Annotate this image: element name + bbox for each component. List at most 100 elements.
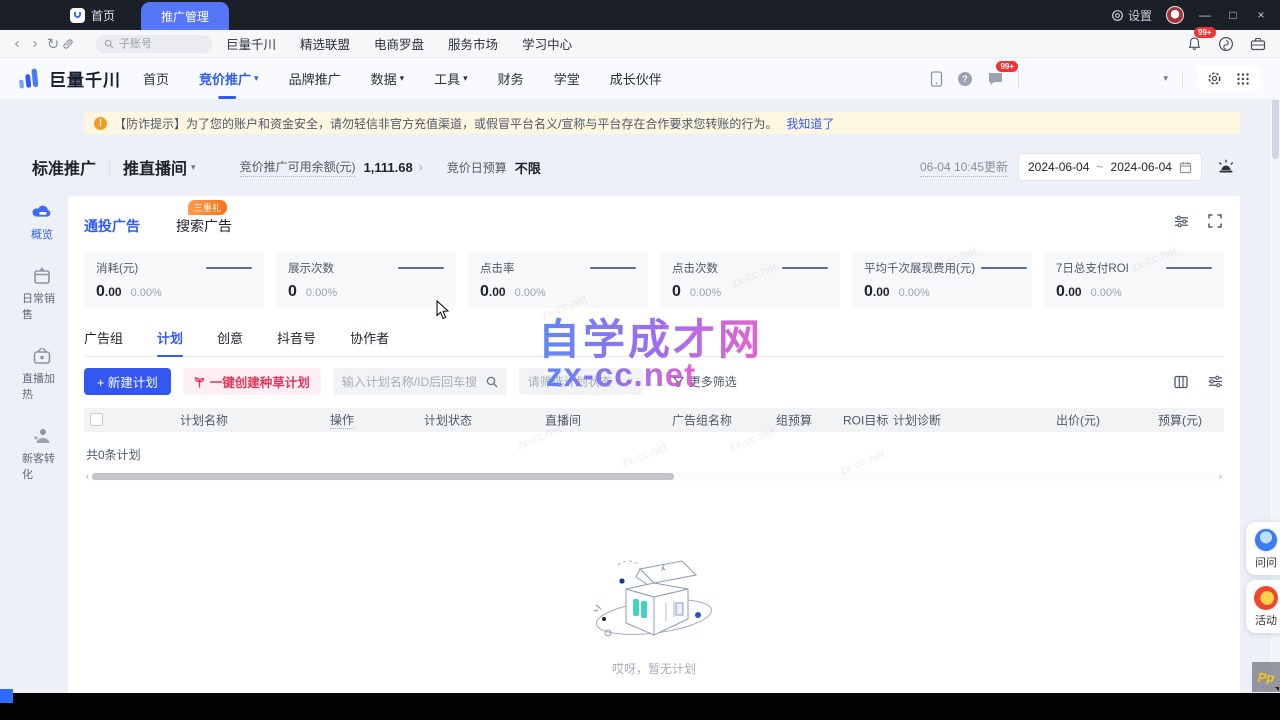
stat-card-ctr[interactable]: 点击率 0.000.00%: [468, 251, 648, 308]
close-button[interactable]: ×: [1254, 8, 1268, 22]
scroll-left-icon[interactable]: ‹: [86, 472, 89, 481]
activity-float-button[interactable]: 活动: [1246, 580, 1280, 633]
main-panel: 通投广告 搜索广告 三重礼 消耗(元) 0.000.00% 展示次数 00.00…: [68, 196, 1240, 693]
window-tab-home[interactable]: 首页: [70, 0, 115, 30]
scroll-right-icon[interactable]: ›: [1219, 472, 1222, 481]
bookmark-jingxuan[interactable]: 精选联盟: [300, 34, 350, 53]
stat-card-cpm[interactable]: 平均千次展现费用(元) 0.000.00%: [852, 251, 1032, 308]
tab-collaborator[interactable]: 协作者: [350, 328, 389, 347]
nav-item-partner[interactable]: 成长伙伴: [610, 69, 662, 88]
banner-dismiss-link[interactable]: 我知道了: [786, 115, 834, 132]
apps-button[interactable]: [1236, 72, 1250, 86]
bookmark-luopan[interactable]: 电商罗盘: [374, 34, 424, 53]
stat-card-clicks[interactable]: 点击次数 00.00%: [660, 251, 840, 308]
col-plan-status[interactable]: 计划状态: [424, 412, 472, 429]
taskbar-app-icon[interactable]: [0, 689, 13, 703]
help-button[interactable]: ?: [957, 71, 973, 87]
minimize-button[interactable]: —: [1198, 8, 1212, 22]
bookmark-learn[interactable]: 学习中心: [522, 34, 572, 53]
sidebar-item-label: 概览: [31, 226, 53, 242]
date-range-picker[interactable]: 2024-06-04 ~ 2024-06-04: [1018, 153, 1202, 181]
sidebar-item-live-heat[interactable]: 直播加热: [22, 346, 62, 402]
date-separator: ~: [1096, 160, 1103, 174]
brand[interactable]: 巨量千川: [16, 66, 121, 91]
col-actions[interactable]: 操作: [330, 411, 354, 429]
col-roi-target[interactable]: ROI目标: [843, 412, 888, 429]
pp-logo: Pp: [1258, 670, 1275, 685]
taskbar: [0, 693, 1280, 720]
bookmark-market[interactable]: 服务市场: [448, 34, 498, 53]
back-icon[interactable]: ‹: [8, 35, 26, 52]
workbench-button[interactable]: [1250, 37, 1266, 51]
stat-card-cost[interactable]: 消耗(元) 0.000.00%: [84, 251, 264, 308]
link-icon[interactable]: [62, 38, 80, 50]
nav-label: 竞价推广: [199, 69, 251, 88]
nav-item-data[interactable]: 数据▾: [371, 69, 405, 88]
nav-item-brand[interactable]: 品牌推广: [289, 69, 341, 88]
bookmark-qianchuan[interactable]: 巨量千川: [226, 34, 276, 53]
bookmark-bar: 巨量千川 精选联盟 电商罗盘 服务市场 学习中心: [226, 34, 572, 53]
forward-icon[interactable]: ›: [26, 35, 44, 52]
daily-budget-value: 不限: [515, 158, 541, 177]
nav-item-finance[interactable]: 财务: [498, 69, 524, 88]
window-tab-promotion[interactable]: 推广管理: [141, 2, 229, 30]
stat-card-roi[interactable]: 7日总支付ROI 0.000.00%: [1044, 251, 1224, 308]
plan-search-box[interactable]: [333, 368, 507, 395]
alert-button[interactable]: [1212, 153, 1240, 181]
refresh-icon[interactable]: ↻: [44, 35, 62, 53]
nav-item-tools[interactable]: 工具▾: [434, 69, 468, 88]
sidebar-item-new-customer[interactable]: 新客转化: [22, 426, 62, 482]
col-bid[interactable]: 出价(元): [1056, 412, 1100, 429]
maximize-button[interactable]: □: [1226, 8, 1240, 22]
sidebar-item-daily-sales[interactable]: 日常销售: [22, 266, 62, 322]
table-settings-button[interactable]: [1206, 373, 1224, 391]
nav-item-home[interactable]: 首页: [143, 69, 169, 88]
col-budget[interactable]: 预算(元): [1158, 412, 1202, 429]
col-group-name[interactable]: 广告组名称: [672, 412, 732, 429]
messages-button[interactable]: 99+: [987, 71, 1004, 86]
fullscreen-button[interactable]: [1206, 212, 1224, 230]
tab-douyin-account[interactable]: 抖音号: [277, 328, 316, 347]
col-live-room[interactable]: 直播间: [545, 412, 581, 429]
pp-widget[interactable]: Pp: [1252, 662, 1280, 692]
overview-icon: [31, 202, 53, 222]
nav-item-bidding[interactable]: 竞价推广▾: [199, 69, 259, 88]
column-settings-button[interactable]: [1172, 373, 1190, 391]
promo-type-dropdown[interactable]: 推直播间 ▾: [123, 155, 196, 179]
metrics-settings-button[interactable]: [1172, 212, 1190, 230]
new-plan-button[interactable]: + 新建计划: [84, 368, 171, 395]
columns-icon: [1174, 375, 1188, 389]
address-search-box[interactable]: [96, 35, 212, 53]
tab-plan[interactable]: 计划: [157, 328, 183, 347]
assistant-float-button[interactable]: 问问: [1246, 522, 1280, 575]
sparkline: [981, 267, 1027, 269]
window-settings-button[interactable]: 设置: [1111, 7, 1152, 24]
tab-search-ads[interactable]: 搜索广告: [176, 216, 232, 236]
col-plan-diagnosis[interactable]: 计划诊断: [893, 412, 941, 429]
assistant-button[interactable]: [1218, 36, 1234, 52]
plan-search-input[interactable]: [342, 375, 477, 389]
tab-ad-group[interactable]: 广告组: [84, 328, 123, 347]
horizontal-scrollbar[interactable]: ‹ ›: [84, 472, 1224, 481]
search-icon: [486, 376, 498, 388]
col-plan-name[interactable]: 计划名称: [180, 412, 228, 429]
tab-creative[interactable]: 创意: [217, 328, 243, 347]
col-group-budget[interactable]: 组预算: [776, 412, 812, 429]
mobile-app-button[interactable]: [930, 71, 943, 87]
compass-icon: [1218, 36, 1234, 52]
tab-feed-ads[interactable]: 通投广告: [84, 216, 140, 236]
sidebar-item-overview[interactable]: 概览: [22, 202, 62, 242]
user-avatar[interactable]: [1166, 6, 1184, 24]
stat-card-impressions[interactable]: 展示次数 00.00%: [276, 251, 456, 308]
settings-button[interactable]: [1207, 71, 1222, 86]
chevron-right-icon[interactable]: ›: [419, 160, 423, 174]
select-all-checkbox[interactable]: [90, 413, 103, 426]
chevron-down-icon[interactable]: ▾: [1163, 73, 1168, 84]
plan-status-select[interactable]: 请筛选计划状态 ∨: [519, 368, 643, 395]
seed-plan-button[interactable]: 一键创建种草计划: [183, 368, 321, 395]
more-filters-button[interactable]: 更多筛选: [673, 373, 737, 390]
address-search-input[interactable]: [119, 38, 199, 50]
notifications-button[interactable]: 99+: [1187, 36, 1202, 51]
nav-item-school[interactable]: 学堂: [554, 69, 580, 88]
scrollbar-thumb[interactable]: [92, 473, 674, 480]
